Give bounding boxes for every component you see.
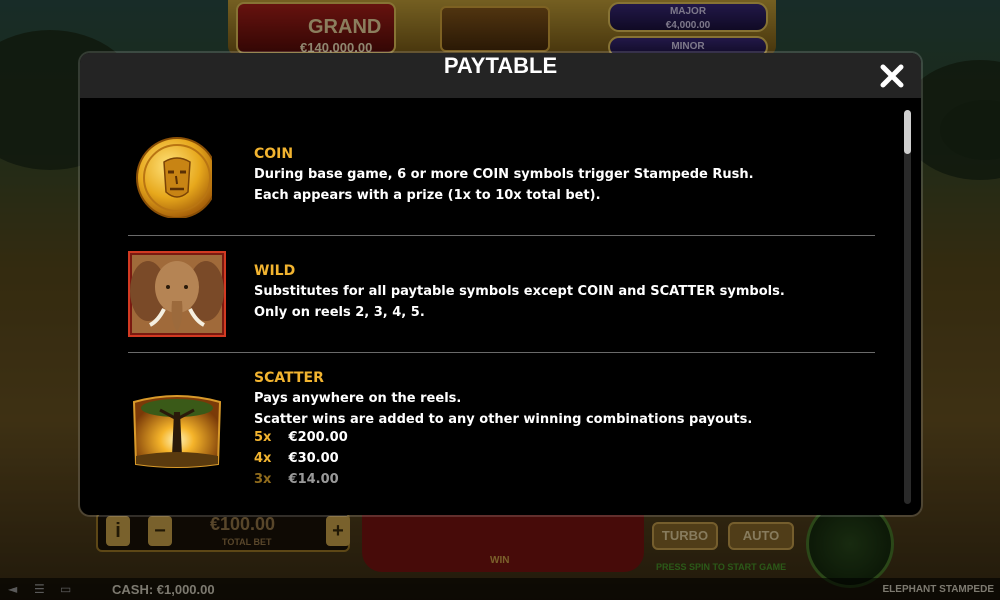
scrollbar-thumb[interactable] <box>904 110 911 154</box>
paytable-entry-scatter: SCATTER Pays anywhere on the reels. Scat… <box>128 368 875 515</box>
entry-line: Substitutes for all paytable symbols exc… <box>254 284 785 299</box>
payout-value: €200.00 <box>288 430 348 445</box>
coin-description: COIN During base game, 6 or more COIN sy… <box>254 144 754 206</box>
entry-line: Pays anywhere on the reels. <box>254 391 462 406</box>
entry-line: Each appears with a prize (1x to 10x tot… <box>254 188 601 203</box>
paytable-scroll-area[interactable]: COIN During base game, 6 or more COIN sy… <box>80 98 921 515</box>
entry-divider <box>128 352 875 353</box>
scatter-description: SCATTER Pays anywhere on the reels. Scat… <box>254 368 752 493</box>
entry-divider <box>128 235 875 236</box>
payout-multiplier: 3x <box>254 472 272 487</box>
payout-value: €30.00 <box>288 451 339 466</box>
scatter-tree-symbol-icon <box>132 395 222 468</box>
paytable-entry-coin: COIN During base game, 6 or more COIN sy… <box>128 134 875 234</box>
entry-name: WILD <box>254 263 296 279</box>
wild-elephant-symbol-icon <box>128 251 226 337</box>
entry-name: COIN <box>254 146 294 162</box>
modal-header: PAYTABLE <box>80 53 921 98</box>
modal-title: PAYTABLE <box>443 53 558 78</box>
payout-row: 3x €14.00 <box>254 472 752 493</box>
close-icon[interactable] <box>878 62 906 90</box>
coin-symbol-icon <box>136 137 212 218</box>
payout-value: €14.00 <box>288 472 339 487</box>
paytable-entry-wild: WILD Substitutes for all paytable symbol… <box>128 251 875 351</box>
payout-multiplier: 5x <box>254 430 272 445</box>
wild-description: WILD Substitutes for all paytable symbol… <box>254 261 785 323</box>
entry-name: SCATTER <box>254 370 324 386</box>
payout-row: 5x €200.00 <box>254 430 752 451</box>
payout-row: 4x €30.00 <box>254 451 752 472</box>
scrollbar-track[interactable] <box>904 110 911 504</box>
entry-line: Scatter wins are added to any other winn… <box>254 412 753 427</box>
entry-line: During base game, 6 or more COIN symbols… <box>254 167 754 182</box>
paytable-modal: PAYTABLE COIN During base game, 6 or mor… <box>80 53 921 515</box>
entry-line: Only on reels 2, 3, 4, 5. <box>254 305 425 320</box>
payout-multiplier: 4x <box>254 451 272 466</box>
